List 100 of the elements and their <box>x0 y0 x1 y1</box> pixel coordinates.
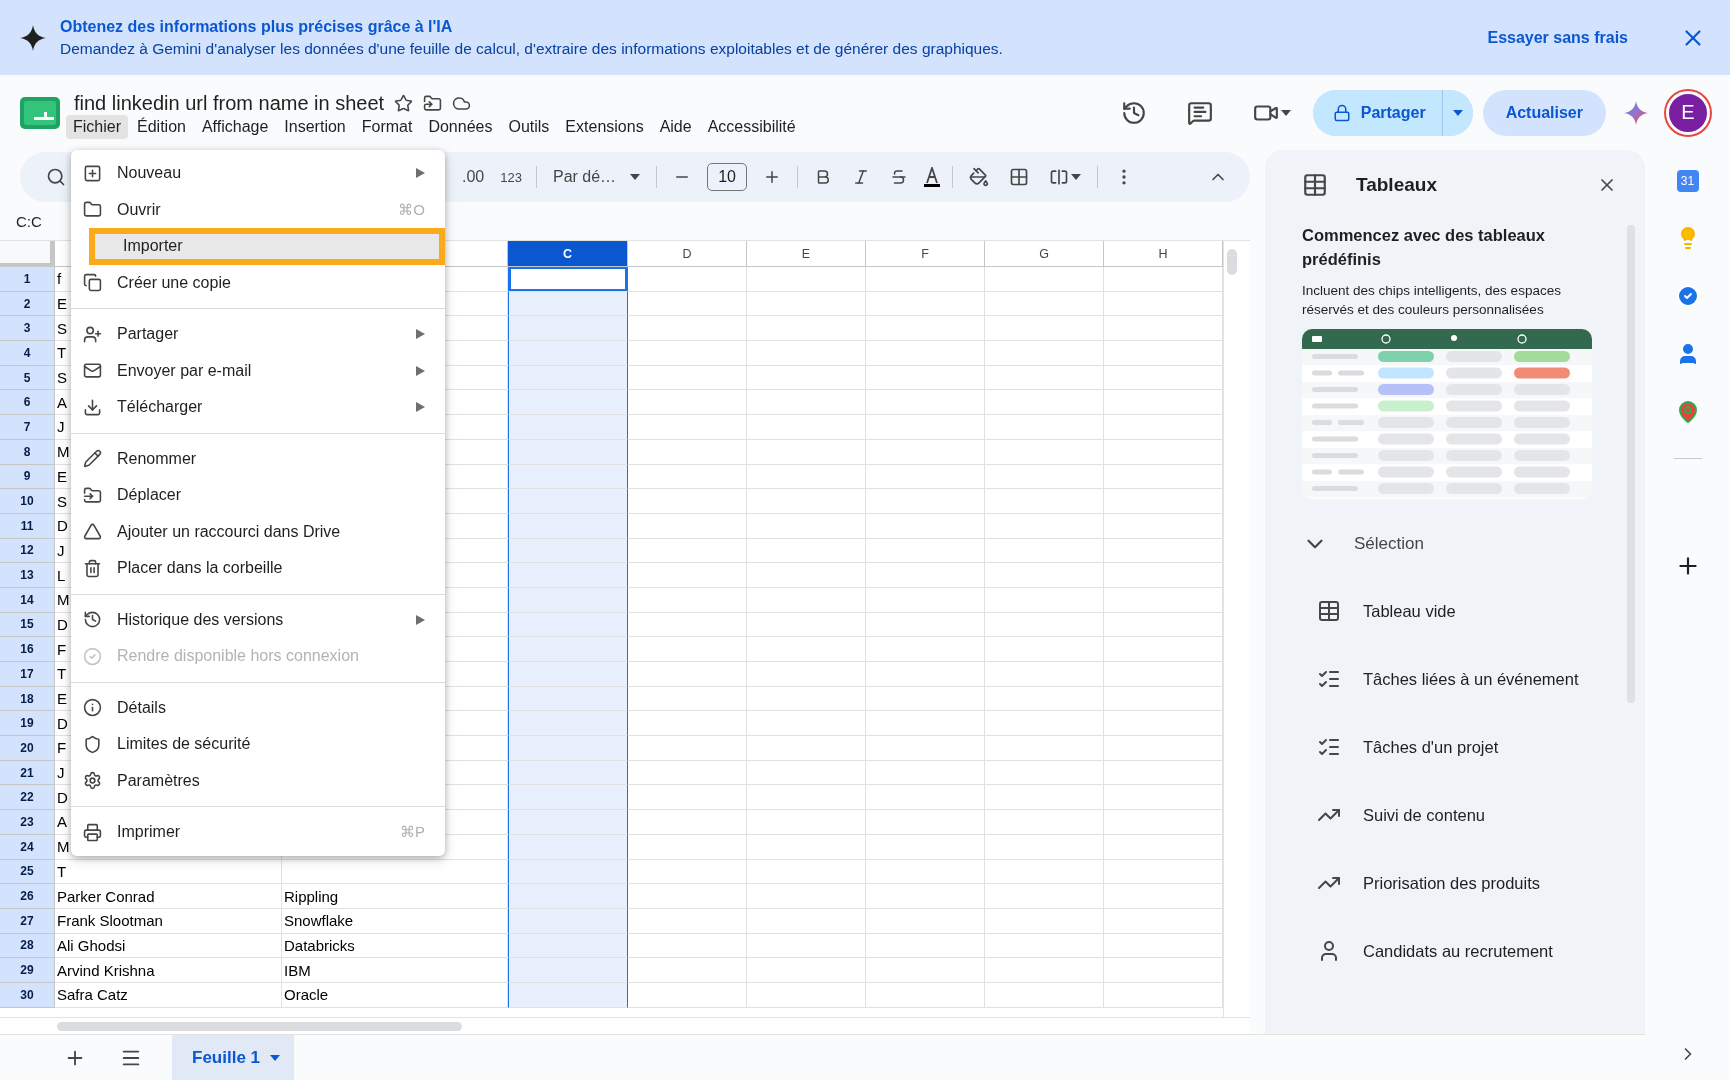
merge-cells-icon[interactable] <box>1049 167 1070 187</box>
row-header[interactable]: 26 <box>0 884 55 909</box>
calendar-icon[interactable]: 31 <box>1676 170 1699 192</box>
menu-item[interactable]: Placer dans la corbeille <box>71 550 445 587</box>
caret-icon[interactable] <box>1071 174 1082 180</box>
menu-item[interactable]: Accessibilité <box>700 115 803 139</box>
table-cell[interactable]: Snowflake <box>282 908 508 934</box>
column-header[interactable]: G <box>985 241 1104 267</box>
number-format-button[interactable]: 123 <box>498 167 524 187</box>
template-item[interactable]: Tâches d'un projet <box>1302 733 1499 761</box>
row-header[interactable]: 22 <box>0 785 55 811</box>
row-header[interactable]: 16 <box>0 637 55 662</box>
row-header[interactable]: 5 <box>0 365 55 391</box>
share-menu-button[interactable] <box>1441 89 1473 136</box>
table-cell[interactable] <box>508 291 628 317</box>
table-cell[interactable] <box>508 439 628 465</box>
template-item[interactable]: Suivi de contenu <box>1302 801 1485 829</box>
table-cell[interactable]: Frank Slootman <box>55 908 282 934</box>
folder-arrow-icon[interactable] <box>423 94 443 113</box>
row-header[interactable]: 25 <box>0 859 55 885</box>
menu-item[interactable]: Fichier <box>66 115 128 139</box>
menu-item[interactable]: Détails <box>71 689 445 726</box>
column-header[interactable]: H <box>1104 241 1223 267</box>
row-header[interactable]: 7 <box>0 415 55 440</box>
table-cell[interactable] <box>508 390 628 416</box>
row-header[interactable]: 19 <box>0 711 55 737</box>
table-cell[interactable]: Safra Catz <box>55 982 282 1008</box>
table-cell[interactable]: Databricks <box>282 933 508 959</box>
row-header[interactable]: 12 <box>0 538 55 564</box>
menu-item[interactable]: Extensions <box>558 115 651 139</box>
cloud-icon[interactable] <box>452 94 472 113</box>
menu-item[interactable]: Historique des versions <box>71 601 445 638</box>
table-cell[interactable] <box>508 736 628 761</box>
row-header[interactable]: 15 <box>0 612 55 638</box>
table-cell[interactable] <box>508 884 628 909</box>
menu-item[interactable]: Imprimer ⌘P <box>71 814 445 851</box>
menu-item[interactable]: Format <box>354 115 420 139</box>
caret-icon[interactable] <box>270 1054 281 1061</box>
comment-icon[interactable] <box>1186 99 1213 126</box>
name-box[interactable]: C:C <box>0 212 42 230</box>
column-header[interactable]: D <box>628 241 747 267</box>
row-header[interactable]: 4 <box>0 341 55 366</box>
table-cell[interactable] <box>508 785 628 811</box>
table-cell[interactable] <box>508 637 628 662</box>
row-header[interactable]: 8 <box>0 439 55 465</box>
table-cell[interactable] <box>508 760 628 786</box>
table-cell[interactable] <box>508 933 628 959</box>
table-cell[interactable] <box>508 538 628 564</box>
row-header[interactable]: 13 <box>0 563 55 588</box>
menu-item[interactable]: Paramètres <box>71 762 445 799</box>
menu-item[interactable]: Envoyer par e-mail <box>71 352 445 389</box>
row-header[interactable]: 24 <box>0 834 55 860</box>
caret-icon[interactable] <box>630 174 641 180</box>
menu-item[interactable]: Insertion <box>277 115 353 139</box>
table-cell[interactable]: Ali Ghodsi <box>55 933 282 959</box>
search-icon[interactable] <box>46 167 66 187</box>
sparkle-icon[interactable] <box>1624 100 1648 125</box>
table-cell[interactable] <box>508 316 628 342</box>
history-icon[interactable] <box>1120 99 1147 126</box>
table-cell[interactable] <box>508 612 628 638</box>
active-cell[interactable] <box>508 267 628 292</box>
table-cell[interactable] <box>508 958 628 983</box>
row-header[interactable]: 27 <box>0 908 55 934</box>
column-header[interactable]: C <box>508 241 628 267</box>
table-cell[interactable] <box>508 341 628 366</box>
table-cell[interactable]: Rippling <box>282 884 508 909</box>
sheet-tab[interactable]: Feuille 1 <box>172 1035 295 1080</box>
template-item[interactable]: Priorisation des produits <box>1302 869 1540 897</box>
template-item[interactable]: Candidats au recrutement <box>1302 937 1553 965</box>
table-cell[interactable] <box>508 563 628 588</box>
menu-item[interactable]: Télécharger <box>71 389 445 426</box>
row-header[interactable]: 11 <box>0 513 55 539</box>
menu-item[interactable]: Déplacer <box>71 477 445 514</box>
table-cell[interactable]: Parker Conrad <box>55 884 282 909</box>
table-cell[interactable]: IBM <box>282 958 508 983</box>
font-dropdown[interactable]: Par dé… <box>548 166 645 188</box>
table-cell[interactable] <box>508 489 628 514</box>
row-header[interactable]: 9 <box>0 464 55 490</box>
menu-item[interactable]: Importer <box>89 228 445 265</box>
table-cell[interactable]: T <box>55 859 282 885</box>
row-header[interactable]: 18 <box>0 686 55 712</box>
menu-item[interactable]: Affichage <box>194 115 276 139</box>
text-color-icon[interactable] <box>924 167 941 187</box>
table-cell[interactable] <box>508 415 628 440</box>
table-cell[interactable] <box>508 513 628 539</box>
table-cell[interactable] <box>508 587 628 613</box>
row-header[interactable]: 3 <box>0 316 55 342</box>
column-header[interactable]: E <box>747 241 866 267</box>
table-cell[interactable] <box>508 365 628 391</box>
table-cell[interactable] <box>508 834 628 860</box>
avatar[interactable]: E <box>1666 90 1710 135</box>
row-header[interactable]: 29 <box>0 958 55 983</box>
caret-icon[interactable] <box>1452 109 1463 116</box>
table-cell[interactable] <box>508 859 628 885</box>
table-cell[interactable] <box>508 810 628 835</box>
row-header[interactable]: 28 <box>0 933 55 959</box>
select-all-corner[interactable] <box>0 241 55 267</box>
table-cell[interactable] <box>508 464 628 490</box>
row-header[interactable]: 14 <box>0 587 55 613</box>
row-header[interactable]: 20 <box>0 736 55 761</box>
